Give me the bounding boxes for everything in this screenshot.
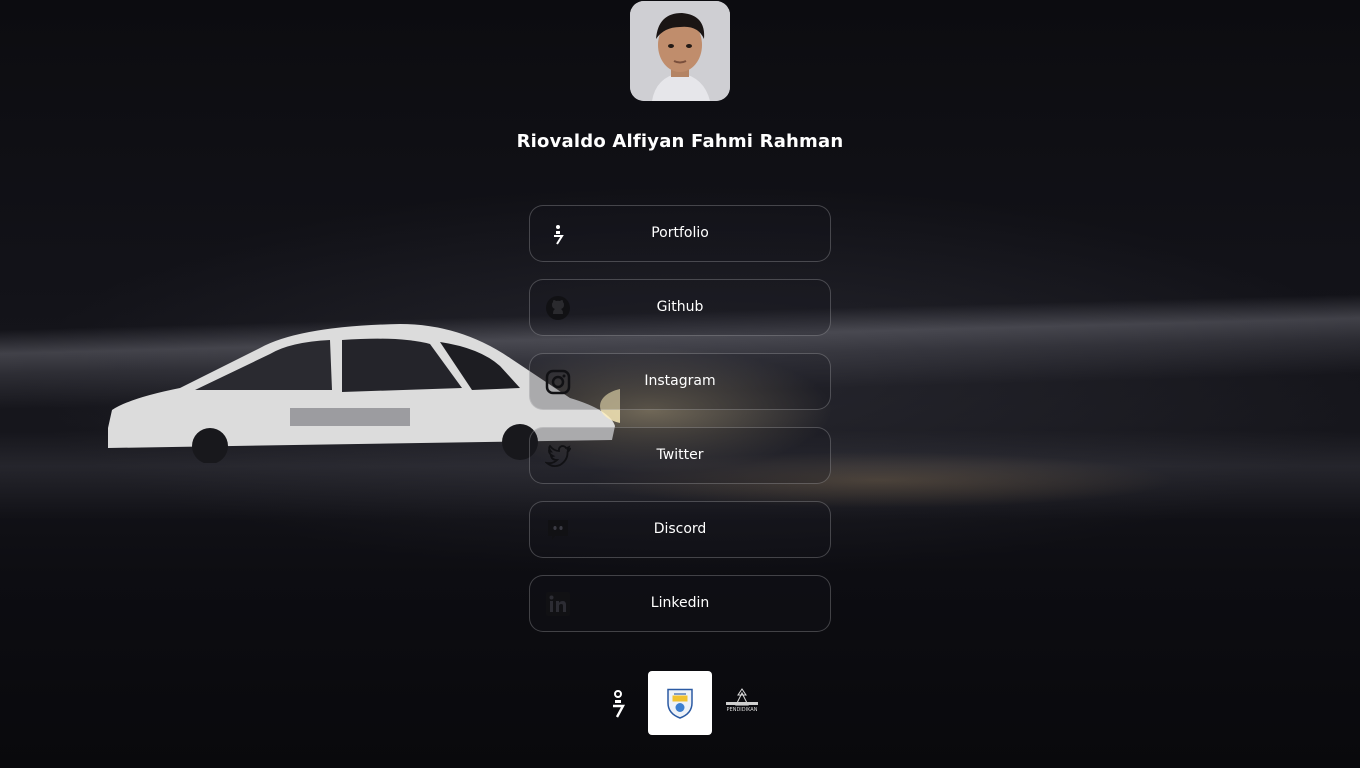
twitter-link-button[interactable]: Twitter xyxy=(529,427,831,484)
twitter-link-label: Twitter xyxy=(656,447,704,463)
github-link-button[interactable]: Github xyxy=(529,279,831,336)
school-crest-logo[interactable] xyxy=(648,671,712,735)
discord-link-button[interactable]: Discord xyxy=(529,501,831,558)
linkedin-link-label: Linkedin xyxy=(650,595,710,611)
github-link-label: Github xyxy=(656,299,704,315)
discord-link-label: Discord xyxy=(653,521,707,537)
portfolio-logo-icon[interactable] xyxy=(608,689,628,719)
footer-logos: PENDIDIKAN xyxy=(600,671,770,735)
profile-name: Riovaldo Alfiyan Fahmi Rahman xyxy=(516,131,844,152)
instagram-link-label: Instagram xyxy=(644,373,716,389)
portfolio-link-button[interactable]: Portfolio xyxy=(529,205,831,262)
pendidikan-logo-text: PENDIDIKAN xyxy=(726,707,758,713)
instagram-link-button[interactable]: Instagram xyxy=(529,353,831,410)
pendidikan-logo[interactable]: PENDIDIKAN xyxy=(724,687,760,721)
background-scene: Riovaldo Alfiyan Fahmi Rahman Portfolio xyxy=(0,0,1360,768)
link-list: Portfolio Github Instagram Twitter Disco… xyxy=(529,205,831,649)
portfolio-link-label: Portfolio xyxy=(651,225,709,241)
profile-avatar xyxy=(630,1,730,101)
linkedin-link-button[interactable]: Linkedin xyxy=(529,575,831,632)
